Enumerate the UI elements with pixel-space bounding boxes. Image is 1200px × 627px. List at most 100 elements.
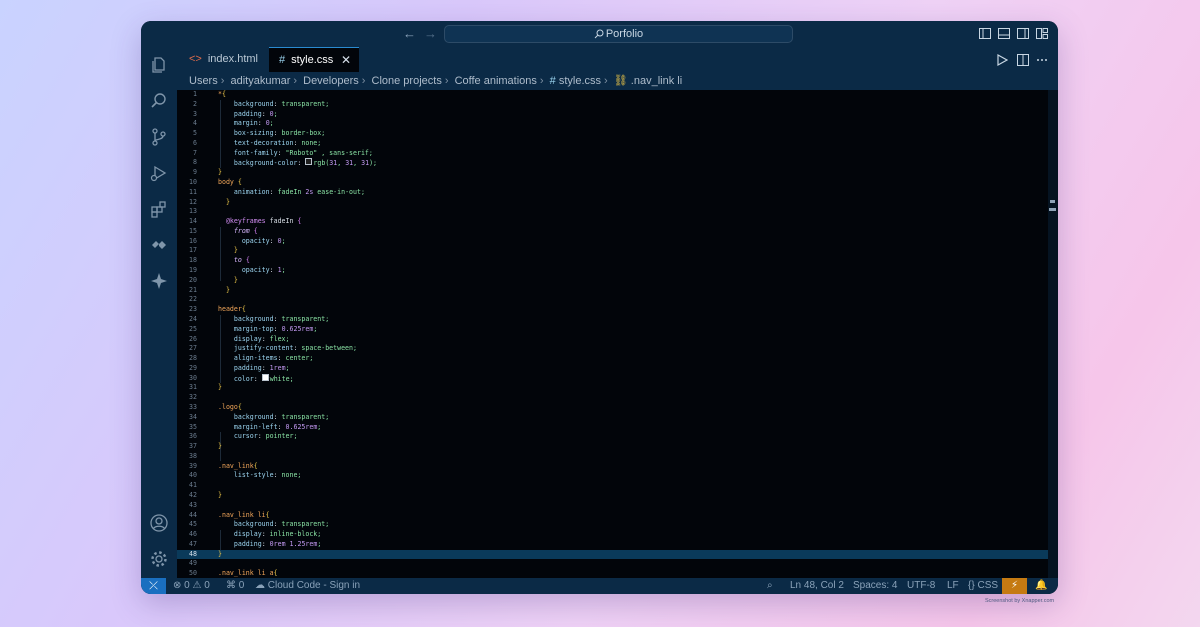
forward-arrow-icon[interactable]: → [424,26,437,42]
cursor-position[interactable]: Ln 48, Col 2 [790,578,844,594]
split-editor-icon[interactable] [1017,54,1029,66]
eol-status[interactable]: LF [947,578,959,594]
code-editor[interactable]: 1 *{2 background: transparent; 3 padding: … [177,90,1058,578]
code-line[interactable]: 10 body { [177,178,1048,188]
code-line[interactable]: 24 background: transparent; [177,315,1048,325]
code-line[interactable]: 13 [177,207,1048,217]
color-swatch[interactable] [305,158,313,166]
breadcrumb: Users › adityakumar › Developers › Clone pr… [177,72,1058,90]
problems-indicator[interactable]: ⊗ 0 ⚠ 0 [173,578,210,594]
code-line[interactable]: 37} [177,442,1048,452]
zoom-icon[interactable]: ⌕ [767,578,773,594]
breadcrumb-item[interactable]: style.css [559,75,601,87]
more-actions-icon[interactable] [1036,54,1048,66]
explorer-icon[interactable] [149,55,169,75]
cloud-label: Cloud Code - Sign in [267,580,361,591]
code-line[interactable]: 23 header{ [177,305,1048,315]
code-line[interactable]: 41 [177,481,1048,491]
toggle-panel-icon[interactable] [998,28,1010,39]
cloud-code-status[interactable]: ☁ Cloud Code - Sign in [255,578,360,594]
accounts-icon[interactable] [149,513,169,533]
source-control-icon[interactable] [149,127,169,147]
code-line[interactable]: 12 } [177,198,1048,208]
breadcrumb-item[interactable]: .nav_link li [631,75,682,87]
code-line[interactable]: 28 align-items: center; [177,354,1048,364]
breadcrumb-item[interactable]: Coffe animations [455,75,537,87]
code-line[interactable]: 45 background: transparent; [177,520,1048,530]
remote-indicator-icon[interactable]: ⤫ [141,578,166,594]
close-tab-icon[interactable]: ✕ [341,48,351,73]
code-line[interactable]: 46 display: inline-block; [177,530,1048,540]
code-line[interactable]: 26 display: flex; [177,335,1048,345]
code-line[interactable]: 20 } [177,276,1048,286]
encoding-status[interactable]: UTF-8 [907,578,935,594]
code-line[interactable]: 7 font-family: "Roboto" , sans-serif; [177,149,1048,159]
line-number: 6 [193,138,197,147]
code-line[interactable]: 50 .nav_link li a{ [177,569,1048,578]
code-line[interactable]: 25 margin-top: 0.625rem; [177,325,1048,335]
command-center-search[interactable]: Porfolio [444,25,793,43]
run-icon[interactable] [996,54,1008,66]
breadcrumb-item[interactable]: adityakumar [230,75,290,87]
code-line[interactable]: 8 background-color: rgb(31, 31, 31); [177,158,1048,168]
tab-index-html[interactable]: <> index.html [177,47,269,72]
code-line[interactable]: 39 .nav_link{ [177,462,1048,472]
code-line[interactable]: 30 color: white; [177,373,1048,384]
code-line[interactable]: 31} [177,383,1048,393]
code-line[interactable]: 18 to { [177,256,1048,266]
code-line[interactable]: 42} [177,491,1048,501]
tab-style-css[interactable]: # style.css ✕ [269,47,359,72]
code-line[interactable]: 43 [177,501,1048,511]
search-sidebar-icon[interactable] [149,91,169,111]
code-line[interactable]: 21 } [177,286,1048,296]
code-line[interactable]: 14 @keyframes fadeIn { [177,217,1048,227]
code-line[interactable]: 19 opacity: 1; [177,266,1048,276]
code-line[interactable]: 16 opacity: 0; [177,237,1048,247]
settings-gear-icon[interactable] [149,549,169,569]
code-line[interactable]: 38 [177,452,1048,462]
code-line[interactable]: 15 from { [177,227,1048,237]
code-line[interactable]: 4 margin: 0; [177,119,1048,129]
breadcrumb-item[interactable]: Developers [303,75,359,87]
back-arrow-icon[interactable]: ← [403,26,416,42]
code-line[interactable]: 47 padding: 0rem 1.25rem; [177,540,1048,550]
code-line[interactable]: 27 justify-content: space-between; [177,344,1048,354]
code-line[interactable]: 29 padding: 1rem; [177,364,1048,374]
language-mode[interactable]: {} CSS [968,578,998,594]
breadcrumb-item[interactable]: Clone projects [372,75,442,87]
color-swatch[interactable] [261,373,269,381]
code-line[interactable]: 17 } [177,246,1048,256]
run-and-debug-icon[interactable] [149,163,169,183]
code-line[interactable]: 35 margin-left: 0.625rem; [177,423,1048,433]
code-line[interactable]: 34 background: transparent; [177,413,1048,423]
code-line[interactable]: 6 text-decoration: none; [177,139,1048,149]
code-line[interactable]: 33 .logo{ [177,403,1048,413]
indentation-status[interactable]: Spaces: 4 [853,578,897,594]
code-line[interactable]: 11 animation: fadeIn 2s ease-in-out; [177,188,1048,198]
sparkle-ai-icon[interactable] [149,271,169,291]
code-line[interactable]: 5 box-sizing: border-box; [177,129,1048,139]
code-line[interactable]: 22 [177,295,1048,305]
customize-layout-icon[interactable] [1036,28,1048,39]
copilot-icon[interactable]: ⚡ [1002,578,1027,594]
line-number: 12 [189,197,197,206]
code-line[interactable]: 40 list-style: none; [177,471,1048,481]
code-line[interactable]: 3 padding: 0; [177,110,1048,120]
code-line[interactable]: 48} [177,549,1048,560]
ports-indicator[interactable]: ⌘ 0 [226,578,244,594]
code-line[interactable]: 36 cursor: pointer; [177,432,1048,442]
code-text: padding: 0; [233,109,278,118]
code-line[interactable]: 49 [177,559,1048,569]
notifications-bell-icon[interactable]: 🔔 [1035,578,1047,594]
toggle-primary-sidebar-icon[interactable] [979,28,991,39]
code-line[interactable]: 2 background: transparent; [177,100,1048,110]
vertical-scrollbar[interactable] [1048,90,1058,578]
extensions-icon[interactable] [149,199,169,219]
code-line[interactable]: 1 *{ [177,90,1048,100]
code-line[interactable]: 9} [177,168,1048,178]
breadcrumb-item[interactable]: Users [189,75,218,87]
code-line[interactable]: 44 .nav_link li{ [177,511,1048,521]
toggle-secondary-sidebar-icon[interactable] [1017,28,1029,39]
code-line[interactable]: 32 [177,393,1048,403]
remote-explorer-icon[interactable] [149,235,169,255]
